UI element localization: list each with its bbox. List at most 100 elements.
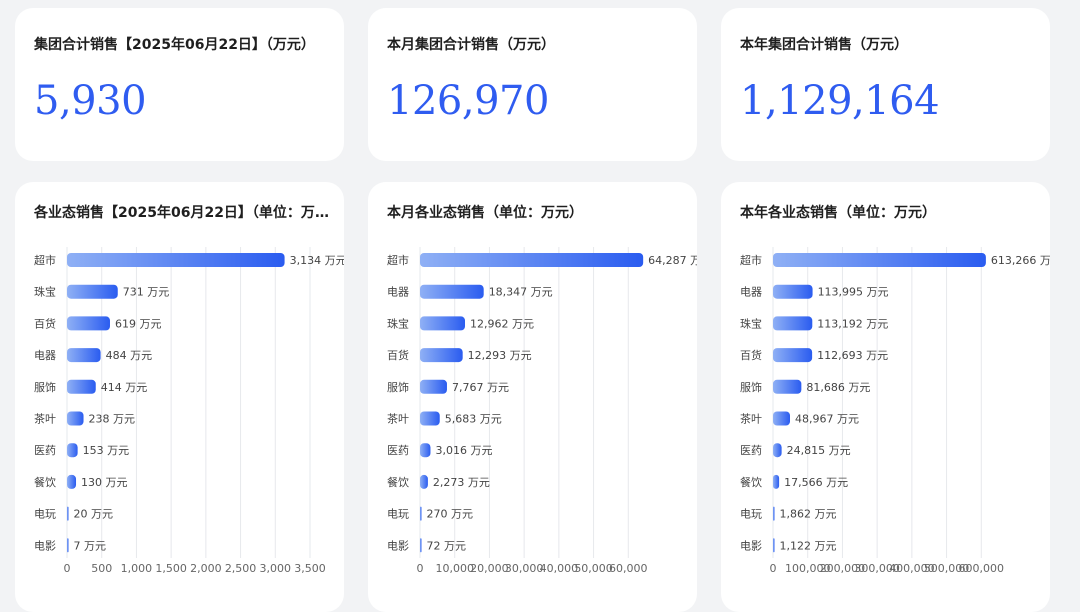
bar	[67, 348, 101, 363]
bar	[773, 348, 813, 363]
data-label: 3,016 万元	[435, 444, 492, 457]
category-label: 百货	[387, 348, 409, 362]
category-label: 电器	[387, 286, 409, 299]
data-label: 7 万元	[74, 539, 107, 552]
data-label: 7,767 万元	[452, 381, 509, 394]
kpi-title: 集团合计销售【2025年06月22日】（万元）	[34, 37, 315, 53]
bar	[420, 443, 431, 458]
x-tick-label: 60,000	[609, 562, 648, 575]
kpi-value: 1,129,164	[740, 78, 940, 124]
bar	[67, 411, 84, 426]
data-label: 731 万元	[123, 286, 170, 299]
data-label: 20 万元	[74, 508, 114, 521]
bar	[67, 443, 78, 458]
bar	[420, 538, 422, 553]
kpi-card-yearly: 本年集团合计销售（万元） 1,129,164	[721, 8, 1050, 161]
bar	[420, 474, 428, 489]
data-label: 270 万元	[427, 508, 474, 521]
chart-card-monthly: 0 10,000 20,000 30,000 40,000 50,000 60,000 超市 6…	[368, 182, 697, 612]
category-label: 超市	[34, 253, 56, 267]
bar	[67, 284, 118, 299]
data-label: 64,287 万元	[648, 254, 697, 267]
category-label: 电器	[34, 349, 56, 362]
category-label: 电影	[387, 539, 409, 552]
bar	[67, 379, 96, 394]
category-label: 医药	[387, 444, 409, 457]
category-label: 医药	[740, 444, 762, 457]
bar	[67, 474, 77, 489]
category-label: 电玩	[34, 508, 56, 521]
category-label: 医药	[34, 444, 56, 457]
x-tick-label: 2,500	[225, 562, 257, 575]
data-label: 72 万元	[427, 539, 467, 552]
category-label: 电玩	[387, 508, 409, 521]
category-label: 珠宝	[740, 316, 762, 330]
data-label: 5,683 万元	[445, 413, 502, 426]
category-label: 电玩	[740, 508, 762, 521]
bar	[420, 348, 463, 363]
x-tick-label: 2,000	[190, 562, 222, 575]
category-label: 超市	[387, 253, 409, 267]
chart-title: 本年各业态销售（单位：万元）	[740, 205, 936, 221]
x-tick-label: 600,000	[959, 562, 1005, 575]
category-label: 服饰	[740, 380, 762, 394]
bar	[773, 443, 782, 458]
category-label: 服饰	[34, 380, 56, 394]
bar	[773, 506, 775, 521]
x-tick-label: 40,000	[540, 562, 579, 575]
x-tick-label: 3,500	[294, 562, 326, 575]
data-label: 17,566 万元	[784, 476, 848, 489]
data-label: 48,967 万元	[795, 413, 859, 426]
bar	[420, 411, 440, 426]
data-label: 414 万元	[101, 381, 148, 394]
data-label: 113,995 万元	[818, 286, 889, 299]
data-label: 1,862 万元	[780, 508, 837, 521]
chart-title: 本月各业态销售（单位：万元）	[387, 205, 583, 221]
bar	[773, 538, 775, 553]
data-label: 2,273 万元	[433, 476, 490, 489]
category-label: 电影	[740, 539, 762, 552]
x-tick-label: 20,000	[470, 562, 509, 575]
bar	[420, 284, 484, 299]
category-label: 珠宝	[34, 285, 56, 299]
bar	[773, 474, 780, 489]
x-tick-label: 3,000	[260, 562, 292, 575]
category-label: 茶叶	[387, 413, 409, 426]
bar	[67, 538, 69, 553]
data-label: 81,686 万元	[806, 381, 870, 394]
data-label: 613,266 万元	[991, 254, 1050, 267]
bar	[773, 253, 986, 267]
bar	[773, 379, 802, 394]
data-label: 1,122 万元	[780, 539, 837, 552]
category-label: 超市	[740, 253, 762, 267]
category-label: 餐饮	[34, 475, 56, 489]
bar	[420, 379, 447, 394]
category-label: 餐饮	[740, 475, 762, 489]
bar	[420, 316, 465, 331]
x-tick-label: 1,500	[155, 562, 187, 575]
chart-title: 各业态销售【2025年06月22日】（单位：万元）	[34, 205, 334, 221]
bar	[773, 284, 813, 299]
category-label: 餐饮	[387, 475, 409, 489]
category-label: 服饰	[387, 380, 409, 394]
data-label: 12,293 万元	[468, 349, 532, 362]
data-label: 112,693 万元	[817, 349, 888, 362]
category-label: 百货	[740, 348, 762, 362]
bar	[420, 253, 644, 267]
kpi-value: 126,970	[387, 78, 549, 124]
chart-card-daily: 0 500 1,000 1,500 2,000 2,500 3,000 3,500 超市 3,13…	[15, 182, 344, 612]
category-label: 电器	[740, 286, 762, 299]
chart-card-yearly: 0 100,000 200,000 300,000 400,000 500,000 600,…	[721, 182, 1050, 612]
x-tick-label: 0	[417, 562, 424, 575]
x-tick-label: 500	[91, 562, 112, 575]
x-tick-label: 0	[64, 562, 71, 575]
data-label: 238 万元	[89, 413, 136, 426]
bar-chart-daily: 0 500 1,000 1,500 2,000 2,500 3,000 3,500 超市 3,13…	[34, 247, 344, 575]
bar	[67, 253, 285, 267]
data-label: 619 万元	[115, 317, 162, 330]
bar	[420, 506, 422, 521]
category-label: 百货	[34, 316, 56, 330]
x-tick-label: 1,000	[121, 562, 153, 575]
data-label: 12,962 万元	[470, 317, 534, 330]
kpi-card-monthly: 本月集团合计销售（万元） 126,970	[368, 8, 697, 161]
